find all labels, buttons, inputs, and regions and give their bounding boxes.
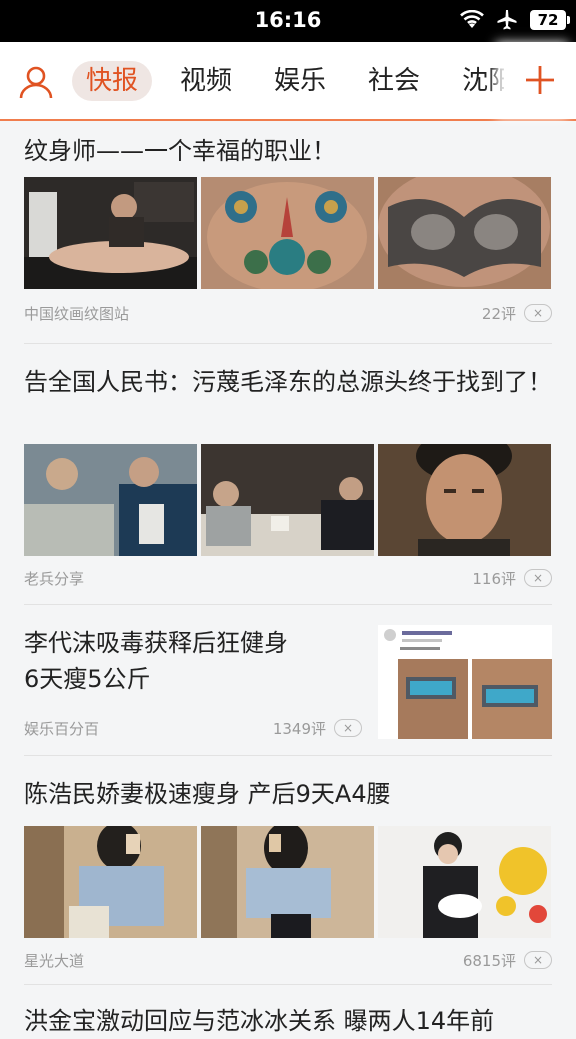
news-image-chest-tattoo[interactable] [378,177,551,289]
news-image-mirror-selfie[interactable] [24,826,197,938]
news-meta: 星光大道 6815评 × [24,940,552,980]
comment-count: 22评 [481,304,516,323]
news-meta: 娱乐百分百 1349评 × [24,708,362,748]
battery-icon: 72 [530,10,570,30]
add-channel-area [504,42,576,119]
news-image-tattoo-artist[interactable] [24,177,197,289]
news-source: 星光大道 [24,951,85,970]
news-meta: 中国纹画纹图站 22评 × [24,293,552,333]
news-title[interactable]: 告全国人民书：污蔑毛泽东的总源头终于找到了！ [24,344,552,444]
news-image-mother-baby[interactable] [378,826,551,938]
channel-tabs: 快报 视频 娱乐 社会 沈阳 [72,61,528,101]
news-title-line: 李代沫吸毒获释后狂健身 [24,629,288,657]
news-title[interactable]: 李代沫吸毒获释后狂健身 6天瘦5公斤 [24,605,354,697]
tab-kuaibao[interactable]: 快报 [72,61,153,101]
news-image-row [24,826,552,938]
news-image-mirror-selfie-2[interactable] [201,826,374,938]
tab-society[interactable]: 社会 [354,61,434,101]
dismiss-icon[interactable]: × [524,951,552,969]
status-bar: 16:16 72 [0,0,576,42]
news-image-row [24,444,552,556]
tab-video[interactable]: 视频 [166,61,246,101]
news-image-weight-scale[interactable] [378,625,552,739]
channel-nav-bar: 快报 视频 娱乐 社会 沈阳 [0,42,576,121]
news-item[interactable]: 告全国人民书：污蔑毛泽东的总源头终于找到了！ 老兵分享 116评 × [24,344,552,605]
news-title-line: 6天瘦5公斤 [24,665,151,693]
news-item[interactable]: 纹身师——一个幸福的职业！ 中国纹画纹图站 22评 × [24,121,552,344]
news-image-peacock-tattoo[interactable] [201,177,374,289]
airplane-icon [497,10,517,30]
dismiss-icon[interactable]: × [334,719,362,737]
user-icon[interactable] [18,64,54,100]
news-image-portrait[interactable] [378,444,551,556]
news-title[interactable]: 陈浩民娇妻极速瘦身 产后9天A4腰 [24,756,552,826]
comment-count: 6815评 [462,951,516,970]
tab-entertainment[interactable]: 娱乐 [260,61,340,101]
news-feed: 纹身师——一个幸福的职业！ 中国纹画纹图站 22评 × 告全国人民书：污蔑毛泽东… [0,121,576,1039]
add-channel-plus-icon[interactable] [524,64,556,96]
news-title[interactable]: 纹身师——一个幸福的职业！ [24,121,552,177]
news-item[interactable]: 陈浩民娇妻极速瘦身 产后9天A4腰 星光大道 6815评 × [24,756,552,985]
comment-count: 1349评 [272,719,326,738]
news-image-banquet[interactable] [201,444,374,556]
wifi-icon [460,10,484,28]
news-item[interactable]: 洪金宝激动回应与范冰冰关系 曝两人14年前 [24,985,552,1039]
news-source: 中国纹画纹图站 [24,304,130,323]
dismiss-icon[interactable]: × [524,304,552,322]
news-image-historic-meeting[interactable] [24,444,197,556]
news-title[interactable]: 洪金宝激动回应与范冰冰关系 曝两人14年前 [24,985,552,1039]
news-item[interactable]: 李代沫吸毒获释后狂健身 6天瘦5公斤 娱乐百分百 1349评 × [24,605,552,756]
news-image-row [24,177,552,289]
comment-count: 116评 [472,569,516,588]
dismiss-icon[interactable]: × [524,569,552,587]
news-meta: 老兵分享 116评 × [24,558,552,598]
news-source: 老兵分享 [24,569,85,588]
news-source: 娱乐百分百 [24,719,100,738]
